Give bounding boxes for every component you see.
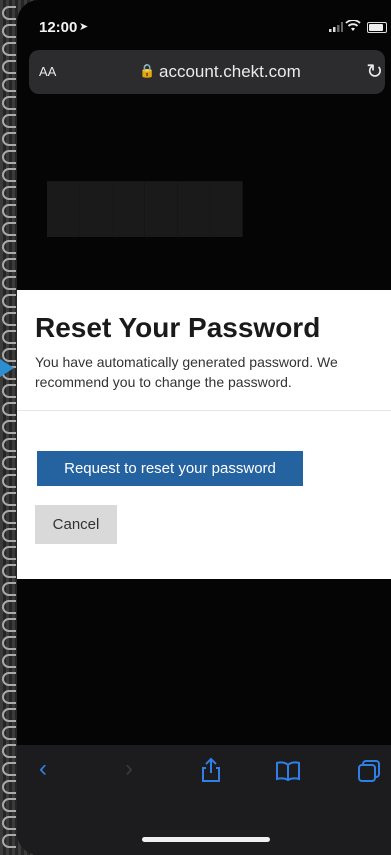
text-size-button[interactable]: AA: [39, 64, 56, 79]
callout-arrow-icon: [0, 359, 14, 377]
forward-icon[interactable]: ›: [125, 755, 133, 783]
cancel-button[interactable]: Cancel: [35, 505, 117, 544]
reload-icon[interactable]: ↻: [366, 59, 383, 84]
bookmarks-icon[interactable]: [275, 761, 301, 781]
browser-toolbar: ‹ ›: [17, 745, 391, 855]
screenshot-stage: 12:00 ➤ AA 🔒 account.chekt.com ↻ ██████: [0, 0, 391, 855]
tabs-icon[interactable]: [357, 759, 381, 783]
back-icon[interactable]: ‹: [39, 755, 47, 783]
reset-password-modal: Reset Your Password You have automatical…: [17, 290, 391, 579]
wifi-icon: [345, 20, 361, 31]
url-text[interactable]: account.chekt.com: [159, 62, 301, 82]
modal-title: Reset Your Password: [35, 312, 321, 343]
home-indicator: [142, 837, 270, 842]
lock-icon: 🔒: [139, 63, 156, 78]
modal-divider: [17, 410, 391, 411]
signal-icon: [329, 22, 343, 32]
address-bar[interactable]: AA 🔒 account.chekt.com ↻: [29, 50, 385, 94]
status-bar: 12:00 ➤: [17, 0, 391, 46]
share-icon[interactable]: [200, 757, 222, 783]
request-reset-button[interactable]: Request to reset your password: [37, 451, 303, 486]
background-heading-blurred: ██████: [47, 181, 243, 233]
phone-screen: 12:00 ➤ AA 🔒 account.chekt.com ↻ ██████: [17, 0, 391, 855]
modal-message: You have automatically generated passwor…: [35, 354, 338, 390]
battery-icon: [367, 22, 387, 33]
status-time: 12:00: [39, 19, 78, 36]
location-arrow-icon: ➤: [79, 21, 89, 33]
